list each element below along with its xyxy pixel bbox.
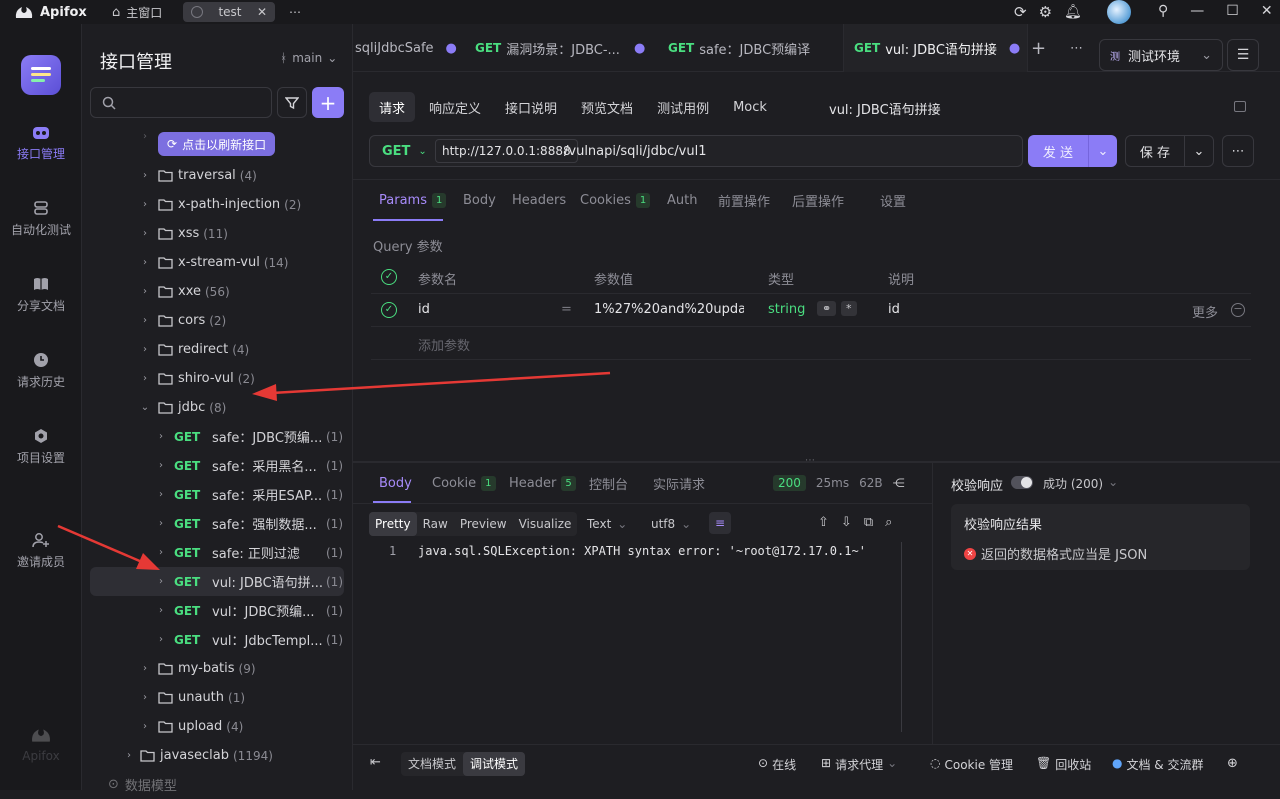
refresh-tooltip-label: 点击以刷新接口	[182, 137, 267, 152]
refresh-tooltip[interactable]: ⟳ 点击以刷新接口	[158, 132, 276, 156]
refresh-icon: ⟳	[167, 137, 178, 151]
arrow-line	[271, 371, 611, 395]
arrow-line	[57, 524, 143, 564]
arrow-head-icon	[136, 553, 160, 570]
annotation-arrows	[57, 371, 611, 570]
arrow-head-icon	[252, 384, 277, 401]
